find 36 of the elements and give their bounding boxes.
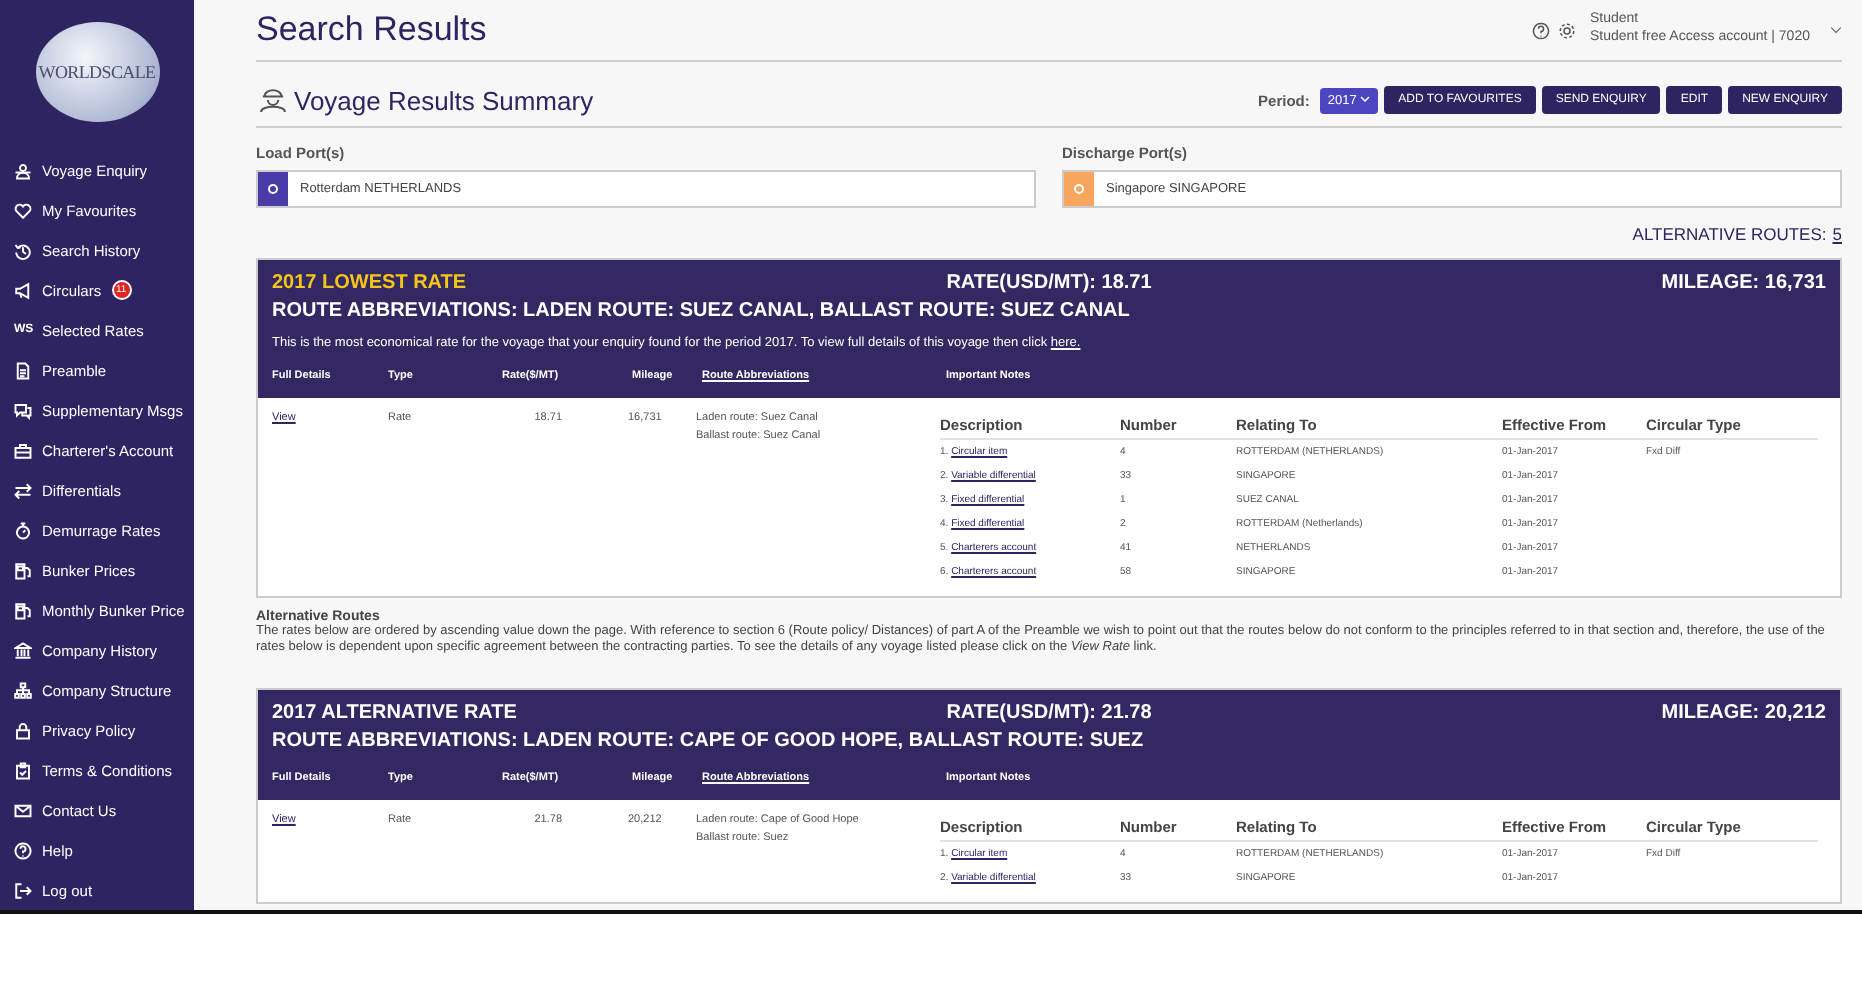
person-icon (14, 161, 32, 179)
card-heading: 2017 LOWEST RATE (272, 272, 469, 294)
arrows-icon (14, 481, 32, 499)
mileage-value: MILEAGE: 20,212 (1659, 702, 1826, 725)
route-abbreviations-title: ROUTE ABBREVIATIONS: LADEN ROUTE: CAPE OF GOOD HOPE, BALLAST ROUTE: SUEZ (272, 730, 1146, 753)
logout-icon (14, 881, 32, 899)
clipboard-icon (14, 761, 32, 779)
bank-icon (14, 641, 32, 659)
pump-icon (14, 601, 32, 619)
pump-icon (14, 561, 32, 579)
stopwatch-icon (14, 521, 32, 539)
section-title: Voyage Results Summary (294, 85, 594, 115)
alternative-routes-label: ALTERNATIVE ROUTES: (1632, 224, 1827, 244)
card-heading: 2017 ALTERNATIVE RATE (272, 702, 519, 725)
help-icon[interactable] (1531, 21, 1550, 39)
help-icon (14, 841, 32, 859)
sitemap-icon (14, 681, 32, 699)
lock-icon (14, 721, 32, 739)
rate-value: RATE(USD/MT): 18.71 (946, 272, 1152, 294)
history-icon (14, 241, 32, 259)
alternative-routes-link[interactable]: 5 (1832, 224, 1842, 244)
chevron-down-icon[interactable] (1830, 26, 1842, 34)
rate-value: RATE(USD/MT): 21.78 (946, 702, 1152, 725)
captain-icon (256, 86, 290, 114)
caret-icon (1360, 96, 1371, 103)
page-title: Search Results (256, 10, 487, 50)
chat-icon (14, 401, 32, 419)
document-icon (14, 361, 32, 379)
envelope-icon (14, 801, 32, 819)
briefcase-icon (14, 441, 32, 459)
megaphone-icon (14, 281, 32, 299)
heart-icon (14, 201, 32, 219)
route-abbreviations-title: ROUTE ABBREVIATIONS: LADEN ROUTE: SUEZ CANAL, BALLAST ROUTE: SUEZ CANAL (272, 300, 1132, 322)
mileage-value: MILEAGE: 16,731 (1659, 272, 1826, 294)
settings-icon[interactable] (1557, 21, 1576, 39)
logo-text: WORLDSCALE (38, 62, 156, 82)
